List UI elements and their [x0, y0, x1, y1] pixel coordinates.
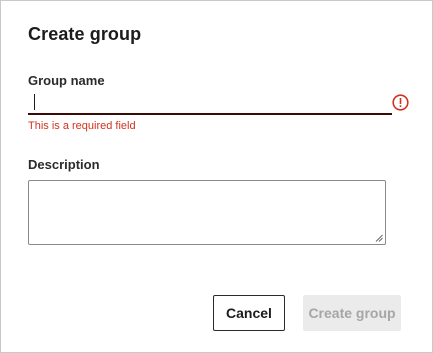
group-name-input[interactable]: [28, 90, 392, 113]
create-group-dialog: Create group Group name This is a requir…: [0, 0, 433, 353]
dialog-title: Create group: [28, 24, 142, 44]
description-field: [28, 180, 386, 245]
description-textarea[interactable]: [29, 181, 385, 244]
group-name-error: This is a required field: [28, 120, 136, 132]
text-caret: [34, 94, 35, 110]
error-circle-icon: [392, 94, 409, 111]
resize-grip-icon[interactable]: [375, 234, 383, 242]
cancel-button[interactable]: Cancel: [213, 295, 285, 331]
group-name-label: Group name: [28, 73, 105, 88]
create-group-button[interactable]: Create group: [303, 295, 401, 331]
group-name-field: [28, 90, 392, 115]
description-label: Description: [28, 157, 100, 172]
